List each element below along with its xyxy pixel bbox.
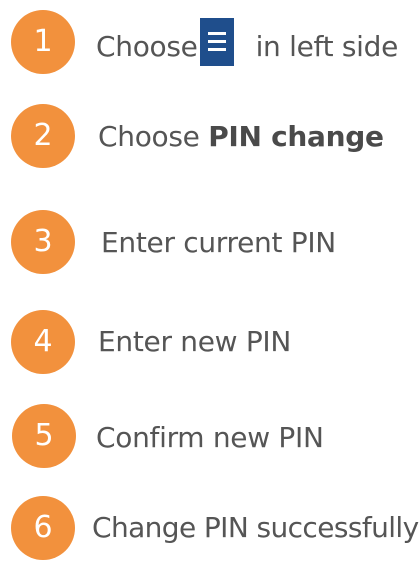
step-number-badge: 5 (12, 404, 76, 468)
step-3: 3 Enter current PIN (0, 210, 420, 280)
step-text: Choose in left side (96, 18, 398, 67)
step-number-badge: 4 (11, 310, 75, 374)
step-2: 2 Choose PIN change (0, 104, 420, 174)
hamburger-menu-icon (199, 18, 234, 66)
step-4: 4 Enter new PIN (0, 310, 420, 380)
step-text-emphasis: PIN change (208, 120, 384, 153)
step-5: 5 Confirm new PIN (0, 404, 420, 474)
step-text: Confirm new PIN (96, 421, 324, 454)
step-text-label: Choose (98, 120, 200, 153)
step-number-badge: 1 (11, 10, 75, 74)
step-text: Enter new PIN (98, 325, 292, 358)
step-number-badge: 6 (11, 496, 75, 560)
step-text: Enter current PIN (101, 226, 336, 259)
step-number-badge: 3 (11, 210, 75, 274)
step-number-badge: 2 (11, 104, 75, 168)
step-text: Change PIN successfully (92, 511, 419, 544)
step-text-after: in left side (255, 30, 399, 63)
step-1: 1 Choose in left side (0, 4, 420, 74)
step-text: Choose PIN change (98, 117, 384, 157)
step-text-before: Choose (96, 30, 198, 63)
step-6: 6 Change PIN successfully (0, 496, 420, 566)
